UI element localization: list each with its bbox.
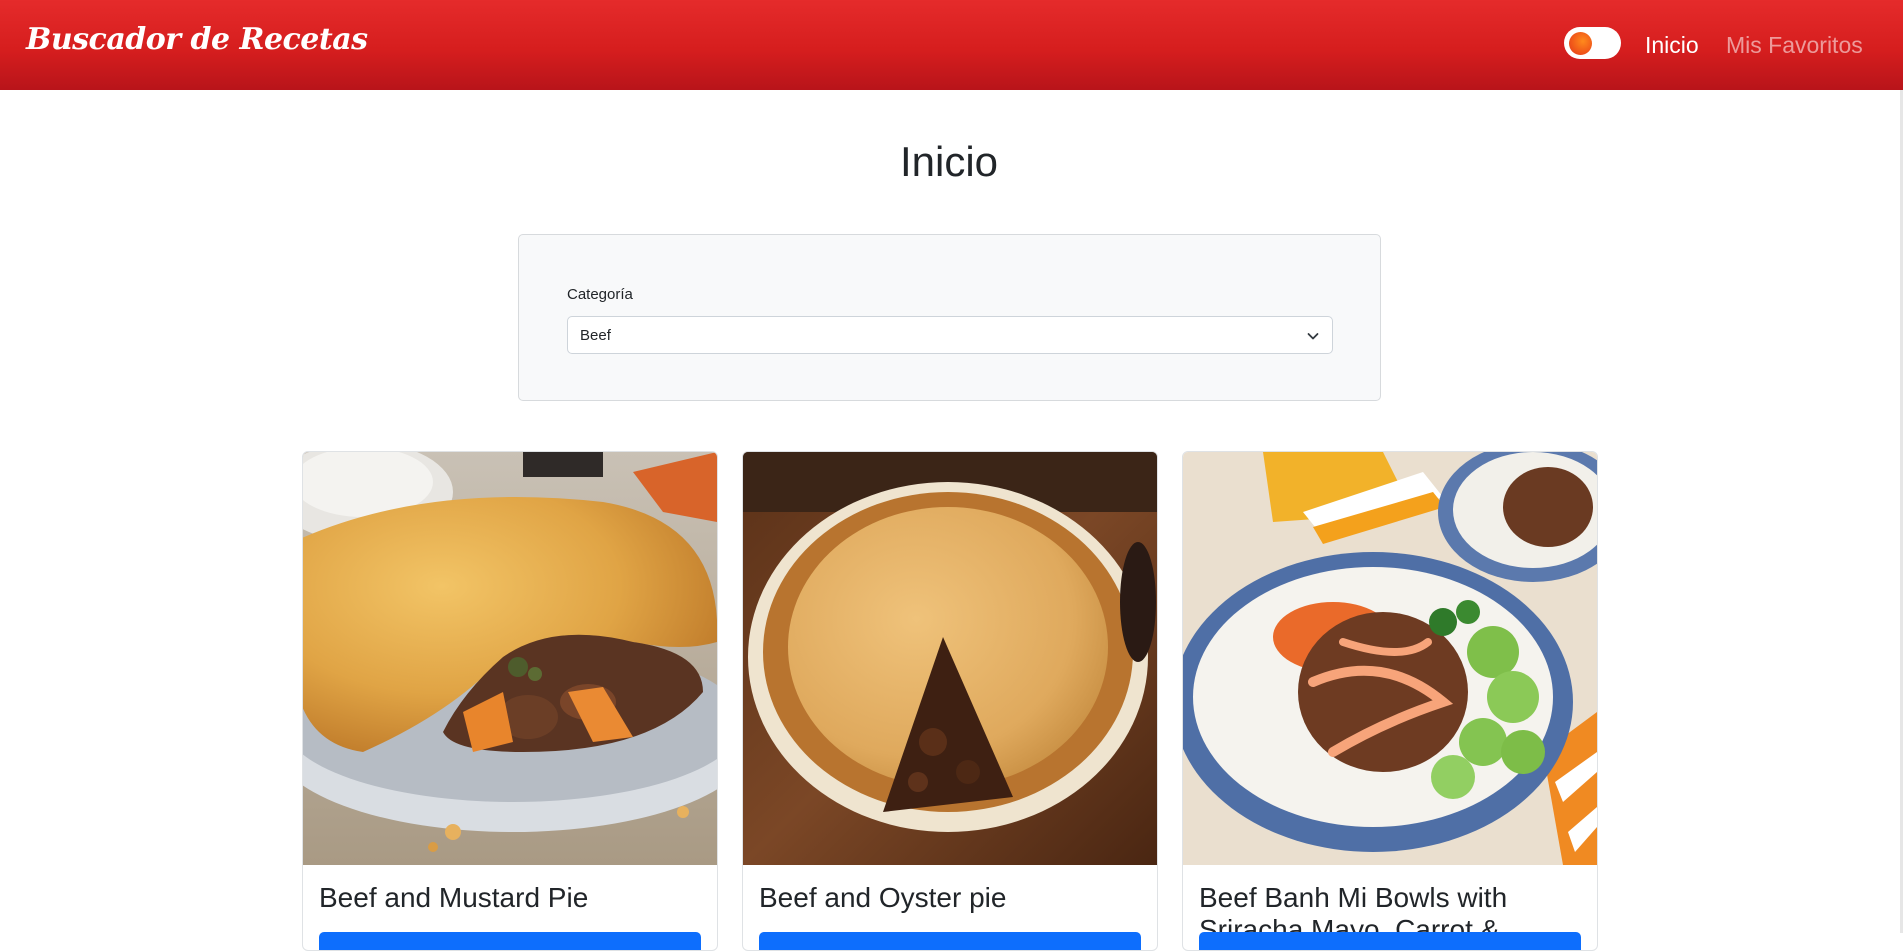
nav-link-mis-favoritos[interactable]: Mis Favoritos (1726, 32, 1863, 59)
chevron-down-icon (1307, 333, 1319, 340)
category-select-value: Beef (580, 327, 611, 344)
navbar: Buscador de Recetas Inicio Mis Favoritos (0, 0, 1903, 90)
recipe-details-button[interactable] (319, 932, 701, 950)
theme-toggle[interactable] (1564, 27, 1621, 59)
recipe-title: Beef and Mustard Pie (319, 882, 589, 913)
recipe-details-button[interactable] (1199, 932, 1581, 950)
recipe-card[interactable]: Beef and Oyster pie (742, 451, 1158, 951)
recipe-details-button[interactable] (759, 932, 1141, 950)
brand-logo[interactable]: Buscador de Recetas (26, 22, 368, 57)
filter-panel: Categoría Beef (518, 234, 1381, 401)
recipe-image[interactable] (303, 452, 717, 865)
page-title: Inicio (899, 138, 999, 185)
recipe-title: Beef and Oyster pie (759, 882, 1007, 913)
toggle-knob-icon (1569, 32, 1592, 55)
category-select[interactable]: Beef (567, 316, 1333, 354)
category-label: Categoría (567, 286, 633, 303)
recipe-image[interactable] (743, 452, 1157, 865)
recipe-image[interactable] (1183, 452, 1597, 865)
recipe-card[interactable]: Beef Banh Mi Bowls with Sriracha Mayo, C… (1182, 451, 1598, 951)
nav-link-inicio[interactable]: Inicio (1645, 32, 1699, 59)
recipe-card[interactable]: Beef and Mustard Pie (302, 451, 718, 951)
